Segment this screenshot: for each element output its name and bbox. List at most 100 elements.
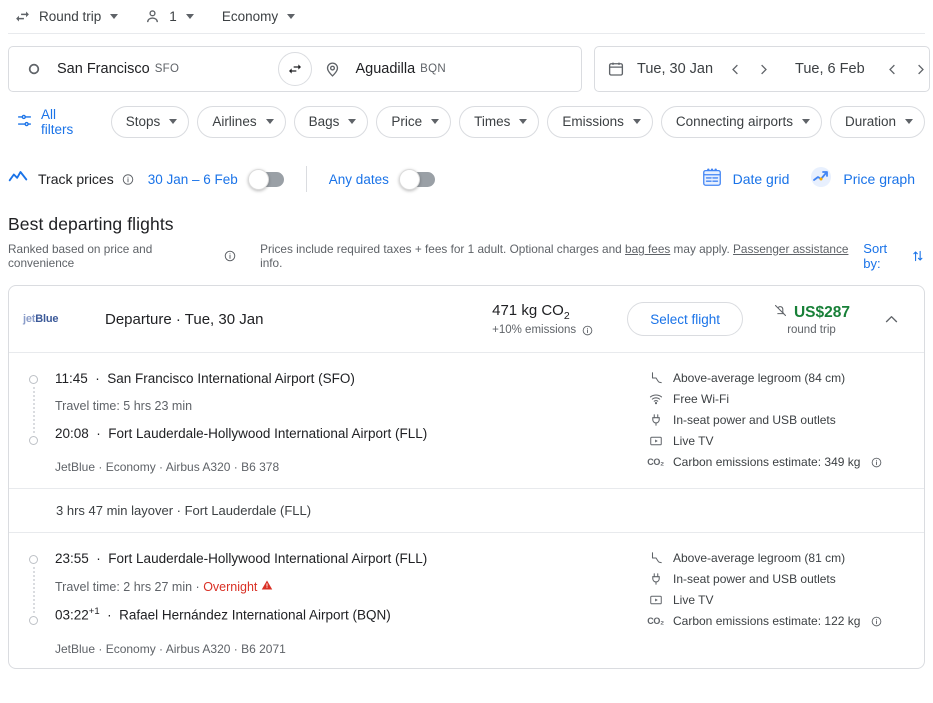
- depart-date-field[interactable]: Tue, 30 Jan: [637, 47, 713, 91]
- destination-city: Aguadilla: [355, 61, 416, 77]
- any-dates-label[interactable]: Any dates: [329, 172, 389, 187]
- origin-input[interactable]: San Francisco SFO: [9, 47, 294, 91]
- filter-chip-bags[interactable]: Bags: [293, 105, 369, 138]
- swap-locations-button[interactable]: [278, 52, 312, 86]
- leg-2-depart-airport: Fort Lauderdale-Hollywood International …: [108, 551, 428, 566]
- chip-label: Price: [391, 114, 423, 129]
- layover-row: 3 hrs 47 min layover · Fort Lauderdale (…: [56, 503, 312, 518]
- select-flight-button[interactable]: Select flight: [627, 302, 743, 336]
- amenity-legroom: Above-average legroom (84 cm): [648, 371, 906, 385]
- logo-part-jet: jet: [23, 313, 36, 325]
- leg-1-meta: JetBlue · Economy · Airbus A320 · B6 378: [55, 460, 280, 475]
- price-subtitle: round trip: [787, 323, 836, 336]
- chevron-down-icon: [185, 14, 194, 19]
- all-filters-label: All filters: [41, 106, 74, 137]
- carbon-info-icon[interactable]: [870, 456, 882, 468]
- leg-2-amenities: Above-average legroom (81 cm) In-seat po…: [647, 549, 906, 656]
- price-graph-button[interactable]: Price graph: [799, 165, 925, 194]
- chip-label: Connecting airports: [675, 114, 793, 129]
- co2-amount: 471 kg CO2: [492, 302, 593, 322]
- dates-group: Tue, 30 Jan Tue, 6 Feb: [594, 46, 930, 92]
- collapse-card-button[interactable]: [876, 304, 906, 334]
- locations-group: San Francisco SFO Aguadilla BQN: [8, 46, 582, 92]
- leg-2-arrive-airport: Rafael Hernández International Airport (…: [119, 607, 391, 623]
- chevron-down-icon: [632, 119, 641, 124]
- chevron-down-icon: [287, 14, 296, 19]
- filter-chip-connecting-airports[interactable]: Connecting airports: [660, 105, 822, 138]
- chip-label: Bags: [308, 114, 340, 129]
- logo-part-blue: Blue: [35, 313, 59, 325]
- chip-label: Emissions: [562, 114, 624, 129]
- return-date-value: Tue, 6 Feb: [795, 61, 865, 77]
- passengers-selector[interactable]: 1: [136, 2, 200, 32]
- flight-leg-2: 23:55 · Fort Lauderdale-Hollywood Intern…: [9, 533, 924, 668]
- return-date-field[interactable]: Tue, 6 Feb: [795, 47, 865, 91]
- destination-input[interactable]: Aguadilla BQN: [295, 47, 581, 91]
- origin-code: SFO: [154, 63, 180, 75]
- filter-chip-price[interactable]: Price: [376, 105, 452, 138]
- depart-date-next-button[interactable]: [749, 55, 777, 83]
- co2-icon: CO₂: [647, 616, 664, 626]
- ranked-note: Ranked based on price and convenience: [8, 242, 153, 270]
- trip-options-bar: Round trip 1 Economy: [0, 0, 933, 33]
- leg-1-travel-time: Travel time: 5 hrs 23 min: [55, 398, 193, 413]
- filter-chip-times[interactable]: Times: [459, 105, 540, 138]
- filter-sliders-icon: [16, 112, 33, 132]
- price-graph-icon: [809, 165, 833, 194]
- amenity-carbon-emissions: CO₂ Carbon emissions estimate: 349 kg: [647, 455, 906, 469]
- origin-circle-icon: [23, 58, 45, 80]
- airline-logo-jetblue: jetBlue: [23, 313, 83, 325]
- leg-2-arrive-time: 03:22: [55, 607, 89, 623]
- sort-by-label: Sort by:: [863, 241, 888, 271]
- amenity-label: Live TV: [673, 434, 714, 448]
- leg-1-arrive-time: 20:08: [55, 425, 89, 441]
- filter-chip-stops[interactable]: Stops: [110, 105, 190, 138]
- all-filters-button[interactable]: All filters: [8, 106, 97, 138]
- calendar-icon: [607, 60, 625, 78]
- bag-fees-link[interactable]: bag fees: [625, 242, 670, 256]
- track-date-range[interactable]: 30 Jan – 6 Feb: [148, 172, 238, 187]
- overnight-label: Overnight: [203, 579, 258, 594]
- leg-2-timeline: [27, 549, 55, 656]
- amenity-wifi: Free Wi-Fi: [648, 392, 906, 406]
- emissions-info-icon[interactable]: [581, 324, 593, 336]
- trip-type-selector[interactable]: Round trip: [6, 2, 124, 32]
- leg-1-arrival-line: 20:08 · Fort Lauderdale-Hollywood Intern…: [55, 425, 428, 441]
- sort-by-button[interactable]: Sort by:: [863, 241, 925, 271]
- passenger-assistance-link[interactable]: Passenger assistance: [733, 242, 848, 256]
- origin-city: San Francisco: [57, 61, 150, 77]
- swap-horizontal-icon: [12, 7, 32, 27]
- view-tools: Date grid Price graph: [691, 165, 925, 194]
- amenity-power: In-seat power and USB outlets: [648, 572, 906, 586]
- ranked-info-icon[interactable]: [224, 250, 236, 262]
- wifi-icon: [648, 392, 663, 406]
- leg-1-depart-time: 11:45: [55, 371, 88, 386]
- amenity-label: Above-average legroom (84 cm): [673, 371, 846, 385]
- date-grid-button[interactable]: Date grid: [691, 166, 800, 193]
- filter-chip-airlines[interactable]: Airlines: [197, 105, 286, 138]
- amenity-label: In-seat power and USB outlets: [673, 413, 836, 427]
- any-dates-toggle[interactable]: [398, 168, 435, 190]
- return-date-prev-button[interactable]: [879, 55, 907, 83]
- prices-note-c: info.: [260, 256, 283, 270]
- return-date-next-button[interactable]: [907, 55, 933, 83]
- top-divider: [8, 33, 925, 34]
- filter-chip-duration[interactable]: Duration: [829, 105, 925, 138]
- power-icon: [648, 413, 663, 427]
- depart-date-prev-button[interactable]: [721, 55, 749, 83]
- carbon-info-icon[interactable]: [870, 615, 882, 627]
- track-prices-toggle[interactable]: [247, 168, 284, 190]
- page-title: Best departing flights: [8, 214, 174, 234]
- legroom-icon: [648, 551, 663, 565]
- filter-chip-emissions[interactable]: Emissions: [547, 105, 653, 138]
- leg-1-depart-airport: San Francisco International Airport (SFO…: [107, 371, 355, 386]
- emissions-delta: +10% emissions: [492, 324, 577, 336]
- departure-title: Departure · Tue, 30 Jan: [105, 310, 264, 328]
- flight-card-header: jetBlue Departure · Tue, 30 Jan 471 kg C…: [9, 286, 924, 352]
- flight-card[interactable]: jetBlue Departure · Tue, 30 Jan 471 kg C…: [8, 285, 925, 669]
- track-prices-bar: Track prices 30 Jan – 6 Feb Any dates Da…: [0, 156, 933, 202]
- cabin-class-selector[interactable]: Economy: [216, 2, 301, 32]
- price-alert-off-icon[interactable]: [773, 303, 788, 323]
- track-prices-info-icon[interactable]: [122, 173, 134, 185]
- leg-1-info: 11:45 · San Francisco International Airp…: [55, 369, 648, 476]
